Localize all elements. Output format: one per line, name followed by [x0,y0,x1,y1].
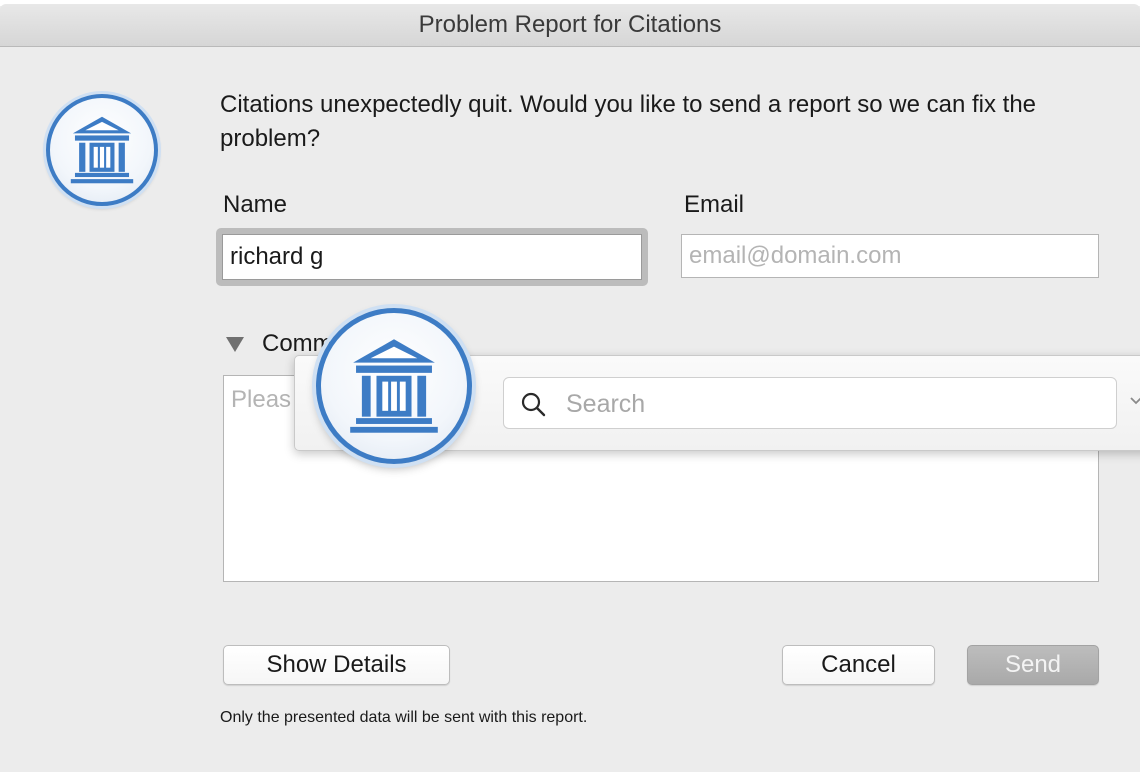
chevron-down-icon[interactable] [1129,394,1140,408]
citations-app-icon-overlay [316,308,472,464]
search-input[interactable] [564,386,1088,422]
cancel-button[interactable]: Cancel [782,645,935,685]
window-title: Problem Report for Citations [0,4,1140,47]
send-button[interactable]: Send [967,645,1099,685]
comments-label: Comm [262,330,330,357]
search-icon [521,392,546,417]
problem-report-window: Problem Report for Citations Citations u… [0,0,1140,772]
name-label: Name [223,191,288,218]
name-field[interactable] [222,234,642,280]
citations-app-icon [46,94,158,206]
crash-message: Citations unexpectedly quit. Would you l… [220,91,1037,152]
search-box[interactable] [503,377,1117,429]
disclosure-triangle-icon[interactable] [226,337,244,352]
show-details-button[interactable]: Show Details [223,645,450,685]
email-field[interactable] [681,234,1099,278]
email-label: Email [684,191,745,218]
footnote-text: Only the presented data will be sent wit… [220,709,588,726]
